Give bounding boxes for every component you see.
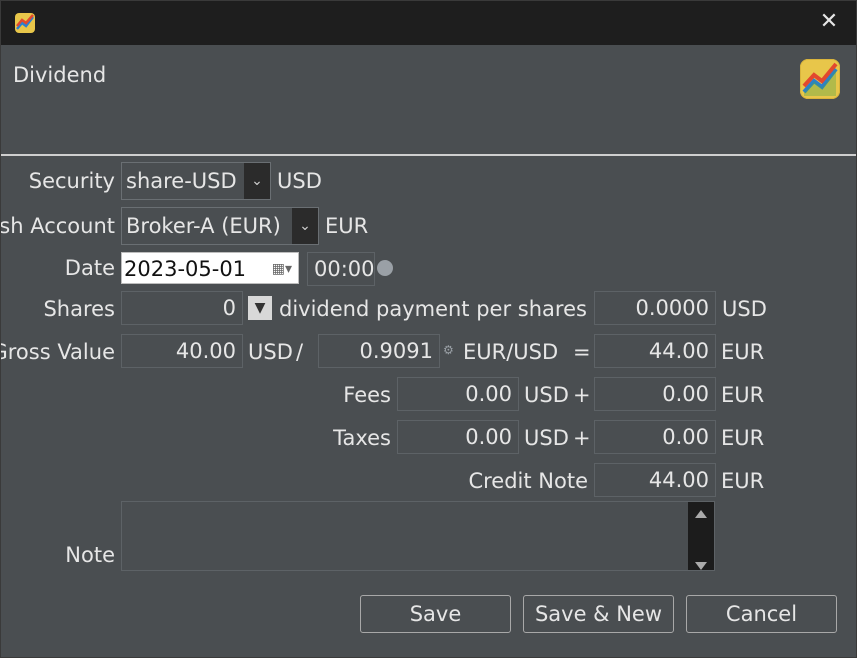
per-share-value: 0.0000 [635, 296, 709, 320]
fees-input[interactable]: 0.00 [397, 377, 519, 411]
dividend-dialog: ✕ Dividend Security share-USD ⌄ USD sh A… [0, 0, 857, 658]
cash-account-select[interactable]: Broker-A (EUR) ⌄ [121, 207, 319, 245]
taxes-converted-input[interactable]: 0.00 [594, 420, 716, 454]
taxes-plus: + [573, 426, 591, 450]
taxes-value: 0.00 [465, 425, 512, 449]
dropdown-arrow-icon[interactable]: ▼ [248, 296, 272, 320]
time-value: 00:00 [314, 257, 375, 281]
scroll-down-icon[interactable] [695, 562, 707, 570]
exchange-rate-unit: EUR/USD [463, 340, 559, 364]
gross-value-label: Gross Value [1, 340, 115, 364]
shares-label: Shares [43, 297, 115, 321]
cancel-button[interactable]: Cancel [686, 595, 837, 633]
taxes-converted-value: 0.00 [662, 425, 709, 449]
per-share-input[interactable]: 0.0000 [594, 291, 716, 325]
scroll-up-icon[interactable] [695, 510, 707, 518]
close-button[interactable]: ✕ [816, 9, 842, 35]
gross-converted-value: 44.00 [648, 339, 709, 363]
taxes-converted-currency: EUR [721, 426, 765, 450]
date-input[interactable]: 2023-05-01 ▦▾ [121, 252, 299, 284]
taxes-label: Taxes [333, 426, 391, 450]
credit-note-label: Credit Note [468, 469, 588, 493]
per-share-label: dividend payment per shares [279, 297, 587, 321]
title-bar: ✕ [1, 1, 856, 45]
app-chart-icon [15, 13, 35, 33]
gross-equals: = [573, 340, 591, 364]
cash-account-value: Broker-A (EUR) [126, 214, 281, 238]
gross-currency: USD [248, 340, 293, 364]
fees-value: 0.00 [465, 382, 512, 406]
time-input[interactable]: 00:00 [307, 252, 375, 286]
gross-value: 40.00 [175, 339, 236, 363]
credit-note-value: 44.00 [648, 468, 709, 492]
chevron-down-icon[interactable]: ⌄ [292, 208, 318, 244]
save-new-button[interactable]: Save & New [523, 595, 674, 633]
page-title: Dividend [13, 63, 107, 87]
date-value: 2023-05-01 [124, 257, 247, 281]
credit-note-input: 44.00 [594, 463, 716, 497]
cash-account-currency: EUR [325, 214, 369, 238]
gross-converted-currency: EUR [721, 340, 765, 364]
note-textarea[interactable] [121, 501, 715, 571]
gross-divider: / [296, 340, 304, 364]
app-logo-icon [800, 59, 840, 99]
credit-note-currency: EUR [721, 469, 765, 493]
clock-icon[interactable] [377, 260, 393, 276]
gross-converted-input[interactable]: 44.00 [594, 334, 716, 368]
security-label: Security [28, 169, 115, 193]
security-select[interactable]: share-USD ⌄ [121, 162, 271, 200]
fees-converted-input[interactable]: 0.00 [594, 377, 716, 411]
cash-account-label: sh Account [1, 214, 115, 238]
fees-label: Fees [343, 383, 391, 407]
fees-plus: + [573, 383, 591, 407]
date-label: Date [64, 256, 115, 280]
note-label: Note [65, 543, 115, 567]
fees-converted-value: 0.00 [662, 382, 709, 406]
gross-value-input[interactable]: 40.00 [121, 334, 243, 368]
fees-converted-currency: EUR [721, 383, 765, 407]
security-currency: USD [277, 169, 322, 193]
shares-value: 0 [222, 296, 236, 320]
security-value: share-USD [126, 169, 237, 193]
taxes-input[interactable]: 0.00 [397, 420, 519, 454]
chevron-down-icon[interactable]: ⌄ [244, 163, 270, 199]
per-share-currency: USD [722, 297, 767, 321]
calendar-icon[interactable]: ▦▾ [272, 253, 292, 285]
taxes-currency: USD [524, 426, 569, 450]
exchange-rate-icon[interactable]: ⚙ [443, 344, 455, 356]
exchange-rate-input[interactable]: 0.9091 [318, 334, 440, 368]
fees-currency: USD [524, 383, 569, 407]
exchange-rate-value: 0.9091 [359, 339, 433, 363]
note-scrollbar[interactable] [688, 502, 714, 570]
header-divider [1, 154, 856, 156]
shares-input[interactable]: 0 [121, 291, 243, 325]
dialog-header: Dividend [1, 45, 856, 155]
save-button[interactable]: Save [360, 595, 511, 633]
